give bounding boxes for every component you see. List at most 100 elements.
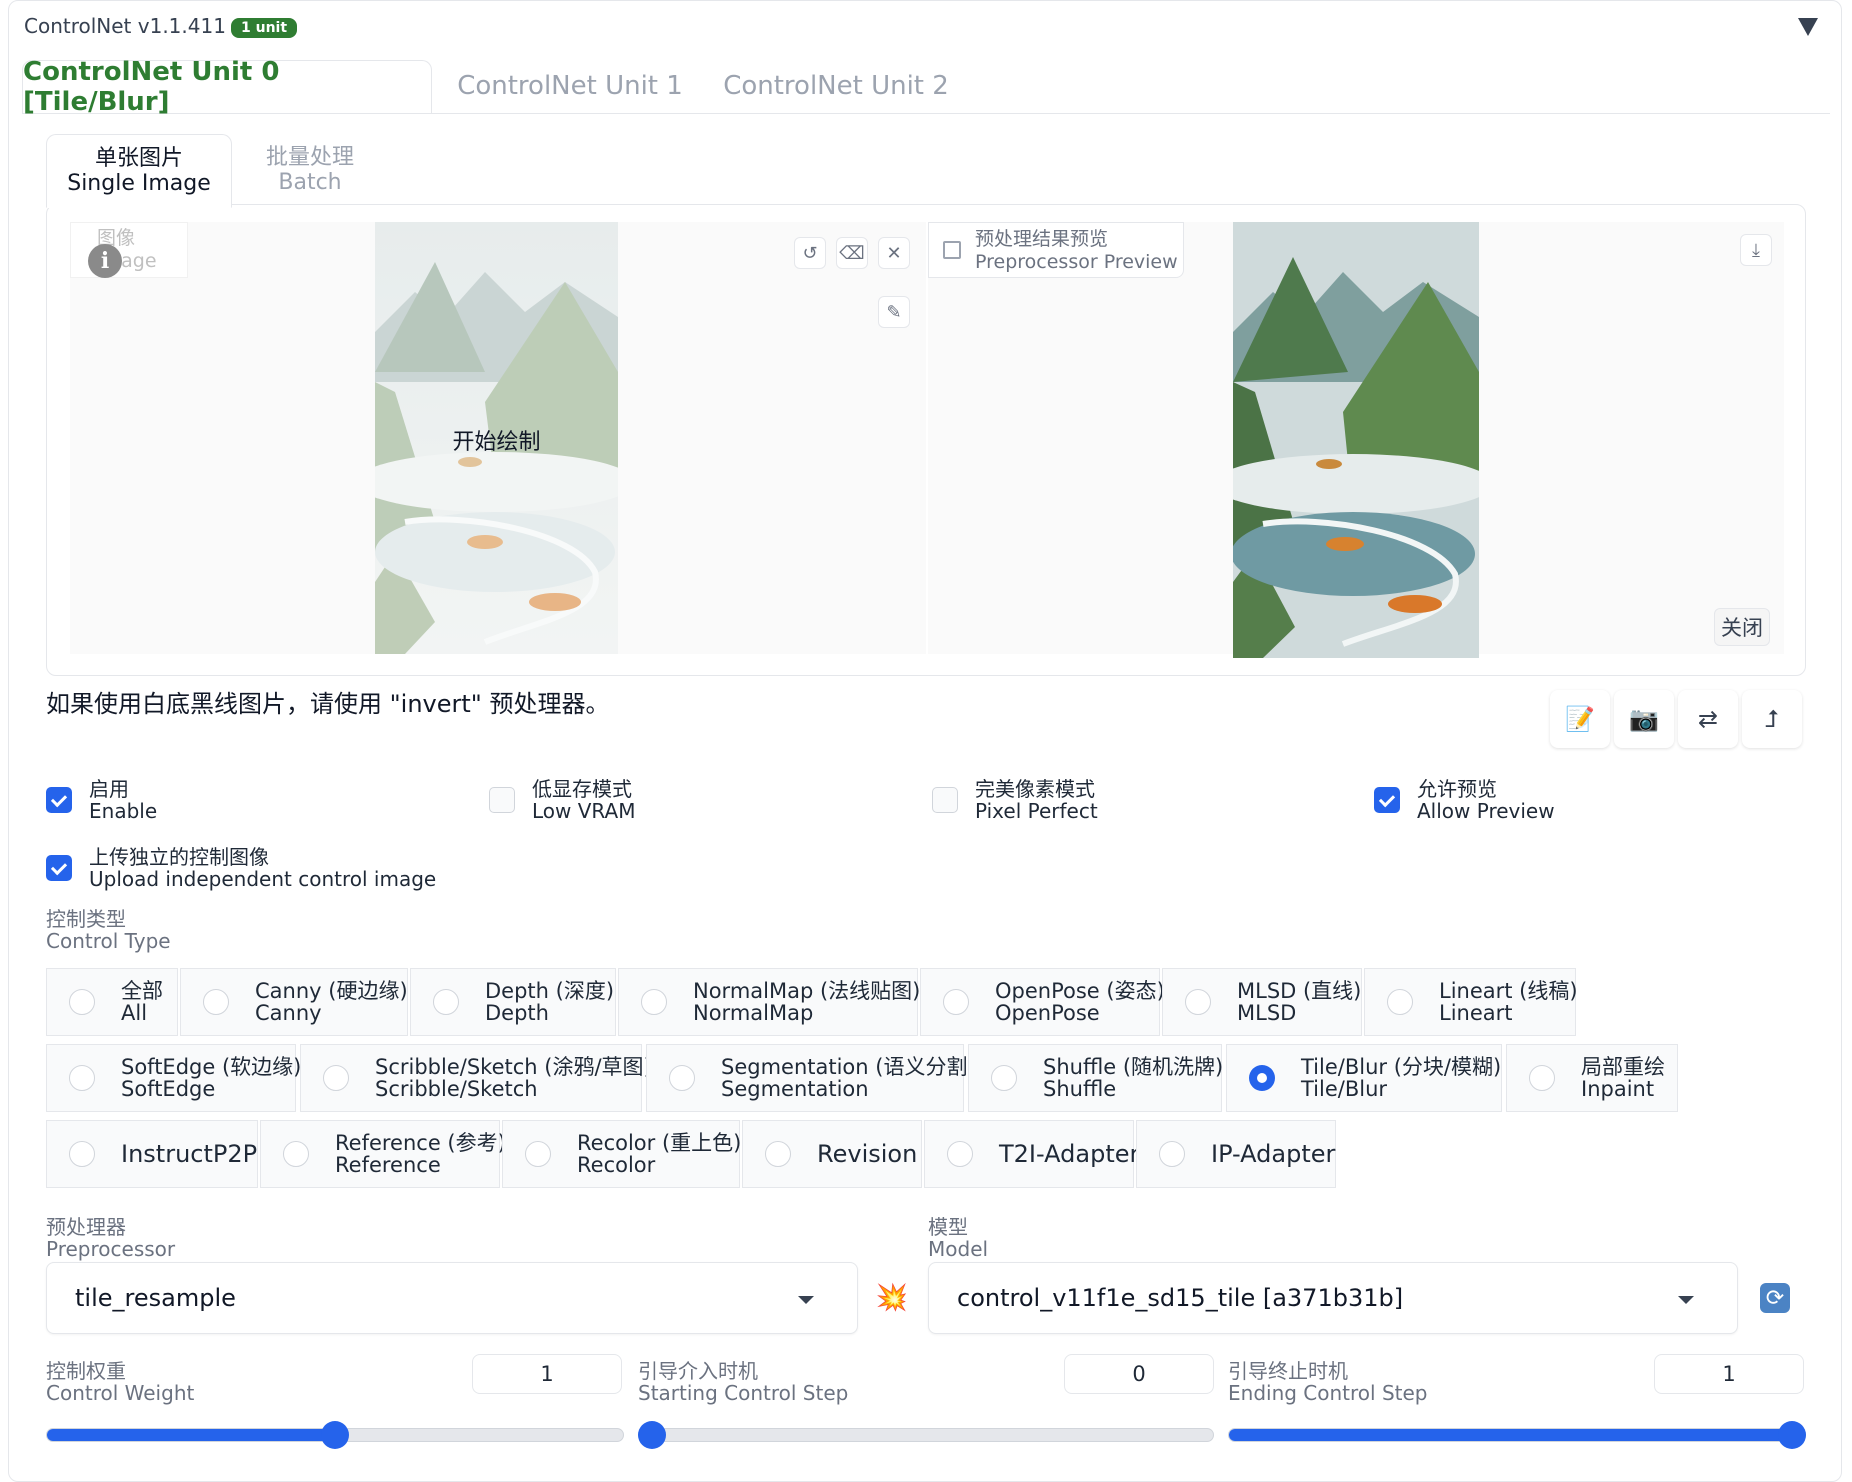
swap-icon[interactable]: ⇄ bbox=[1678, 690, 1738, 748]
starting-step-track[interactable] bbox=[638, 1428, 1214, 1442]
option-sublabel: Lineart bbox=[1439, 1001, 1513, 1025]
pixel-perfect-label-zh: 完美像素模式 bbox=[975, 777, 1095, 801]
radio-dot[interactable] bbox=[669, 1065, 695, 1091]
radio-dot[interactable] bbox=[641, 989, 667, 1015]
control-weight-input[interactable]: 1 bbox=[472, 1354, 622, 1394]
tab-single-image[interactable]: 单张图片 Single Image bbox=[46, 134, 232, 208]
control-type-normalmap[interactable]: NormalMap (法线贴图) NormalMap bbox=[618, 968, 920, 1036]
radio-dot[interactable] bbox=[947, 1141, 973, 1167]
control-type-depth[interactable]: Depth (深度) Depth bbox=[410, 968, 616, 1036]
close-preview-button[interactable]: 关闭 bbox=[1714, 608, 1770, 646]
option-label: Scribble/Sketch (涂鸦/草图) bbox=[375, 1055, 652, 1079]
control-type-all[interactable]: 全部 All bbox=[46, 968, 178, 1036]
ending-step-input[interactable]: 1 bbox=[1654, 1354, 1804, 1394]
radio-dot[interactable] bbox=[525, 1141, 551, 1167]
undo-icon[interactable]: ↺ bbox=[794, 237, 826, 269]
option-label: InstructP2P bbox=[121, 1140, 258, 1168]
tab-single-image-en: Single Image bbox=[67, 171, 211, 196]
control-type-recolor[interactable]: Recolor (重上色) Recolor bbox=[502, 1120, 741, 1188]
low-vram-label-zh: 低显存模式 bbox=[532, 777, 632, 801]
radio-dot[interactable] bbox=[991, 1065, 1017, 1091]
upload-independent-label-en: Upload independent control image bbox=[89, 867, 437, 891]
low-vram-checkbox[interactable]: 低显存模式 Low VRAM bbox=[489, 778, 635, 822]
control-type-softedge[interactable]: SoftEdge (软边缘) SoftEdge bbox=[46, 1044, 301, 1112]
low-vram-checkbox-box[interactable] bbox=[489, 787, 515, 813]
control-weight-label-zh: 控制权重 bbox=[46, 1359, 126, 1383]
control-type-reference[interactable]: Reference (参考) Reference bbox=[260, 1120, 506, 1188]
eraser-icon[interactable]: ⌫ bbox=[836, 237, 868, 269]
tab-unit-1[interactable]: ControlNet Unit 1 bbox=[450, 60, 690, 112]
tab-unit-2[interactable]: ControlNet Unit 2 bbox=[716, 60, 956, 112]
run-preprocessor-icon[interactable]: 💥 bbox=[862, 1266, 922, 1330]
radio-dot[interactable] bbox=[69, 989, 95, 1015]
download-icon[interactable]: ⤓ bbox=[1740, 234, 1772, 266]
radio-dot-selected[interactable] bbox=[1249, 1065, 1275, 1091]
ending-step-track[interactable] bbox=[1228, 1428, 1806, 1442]
control-type-t2i-adapter[interactable]: T2I-Adapter bbox=[924, 1120, 1139, 1188]
option-label: Canny (硬边缘) bbox=[255, 979, 408, 1003]
control-type-inpaint[interactable]: 局部重绘 Inpaint bbox=[1506, 1044, 1678, 1112]
control-type-canny[interactable]: Canny (硬边缘) Canny bbox=[180, 968, 408, 1036]
radio-dot[interactable] bbox=[69, 1065, 95, 1091]
radio-dot[interactable] bbox=[1159, 1141, 1185, 1167]
radio-dot[interactable] bbox=[69, 1141, 95, 1167]
radio-dot[interactable] bbox=[765, 1141, 791, 1167]
preview-image bbox=[1233, 222, 1479, 658]
upload-arrow-icon[interactable]: ⮥ bbox=[1742, 690, 1802, 748]
starting-step-input[interactable]: 0 bbox=[1064, 1354, 1214, 1394]
option-sublabel: Tile/Blur bbox=[1301, 1077, 1388, 1101]
enable-checkbox[interactable]: 启用 Enable bbox=[46, 778, 157, 822]
brush-icon[interactable]: ✎ bbox=[878, 296, 910, 328]
radio-dot[interactable] bbox=[1185, 989, 1211, 1015]
tab-unit-0[interactable]: ControlNet Unit 0 [Tile/Blur] bbox=[22, 57, 432, 117]
pixel-perfect-checkbox[interactable]: 完美像素模式 Pixel Perfect bbox=[932, 778, 1098, 822]
chevron-down-icon[interactable] bbox=[1678, 1296, 1694, 1304]
model-select[interactable]: control_v11f1e_sd15_tile [a371b31b] bbox=[928, 1262, 1738, 1334]
control-type-segmentation[interactable]: Segmentation (语义分割) Segmentation bbox=[646, 1044, 976, 1112]
starting-step-label-zh: 引导介入时机 bbox=[638, 1359, 758, 1383]
radio-dot[interactable] bbox=[283, 1141, 309, 1167]
info-icon[interactable]: i bbox=[88, 244, 122, 278]
radio-dot[interactable] bbox=[323, 1065, 349, 1091]
ending-step-thumb[interactable] bbox=[1778, 1421, 1806, 1449]
low-vram-label-en: Low VRAM bbox=[532, 799, 636, 823]
option-label: T2I-Adapter bbox=[999, 1140, 1140, 1168]
allow-preview-checkbox[interactable]: 允许预览 Allow Preview bbox=[1374, 778, 1555, 822]
collapse-triangle-icon[interactable] bbox=[1798, 18, 1818, 36]
tab-batch[interactable]: 批量处理 Batch bbox=[240, 134, 380, 206]
edit-icon[interactable]: 📝 bbox=[1550, 690, 1610, 748]
control-type-openpose[interactable]: OpenPose (姿态) OpenPose bbox=[920, 968, 1165, 1036]
radio-dot[interactable] bbox=[433, 989, 459, 1015]
option-sublabel: Scribble/Sketch bbox=[375, 1077, 538, 1101]
tab-batch-zh: 批量处理 bbox=[265, 145, 354, 170]
control-type-shuffle[interactable]: Shuffle (随机洗牌) Shuffle bbox=[968, 1044, 1223, 1112]
control-type-tile-blur[interactable]: Tile/Blur (分块/模糊) Tile/Blur bbox=[1226, 1044, 1502, 1112]
control-type-ip-adapter[interactable]: IP-Adapter bbox=[1136, 1120, 1336, 1188]
starting-step-thumb[interactable] bbox=[638, 1421, 666, 1449]
ending-step-label-zh: 引导终止时机 bbox=[1228, 1359, 1348, 1383]
radio-dot[interactable] bbox=[1387, 989, 1413, 1015]
enable-checkbox-box[interactable] bbox=[46, 787, 72, 813]
camera-icon[interactable]: 📷 bbox=[1614, 690, 1674, 748]
radio-dot[interactable] bbox=[1529, 1065, 1555, 1091]
chevron-down-icon[interactable] bbox=[798, 1296, 814, 1304]
control-type-revision[interactable]: Revision bbox=[742, 1120, 922, 1188]
pixel-perfect-checkbox-box[interactable] bbox=[932, 787, 958, 813]
control-type-lineart[interactable]: Lineart (线稿) Lineart bbox=[1364, 968, 1578, 1036]
control-type-instructp2p[interactable]: InstructP2P bbox=[46, 1120, 258, 1188]
preprocessor-select[interactable]: tile_resample bbox=[46, 1262, 858, 1334]
radio-dot[interactable] bbox=[203, 989, 229, 1015]
radio-dot[interactable] bbox=[943, 989, 969, 1015]
control-type-scribble[interactable]: Scribble/Sketch (涂鸦/草图) Scribble/Sketch bbox=[300, 1044, 652, 1112]
model-label-zh: 模型 bbox=[928, 1215, 968, 1239]
close-icon[interactable]: ✕ bbox=[878, 237, 910, 269]
refresh-icon[interactable]: ⟳ bbox=[1744, 1266, 1806, 1330]
option-label: Reference (参考) bbox=[335, 1131, 506, 1155]
option-sublabel: Canny bbox=[255, 1001, 322, 1025]
preprocessor-label-zh: 预处理器 bbox=[46, 1215, 126, 1239]
control-type-mlsd[interactable]: MLSD (直线) MLSD bbox=[1162, 968, 1362, 1036]
upload-independent-checkbox-box[interactable] bbox=[46, 855, 72, 881]
allow-preview-checkbox-box[interactable] bbox=[1374, 787, 1400, 813]
upload-independent-checkbox[interactable]: 上传独立的控制图像 Upload independent control ima… bbox=[46, 846, 436, 890]
control-weight-thumb[interactable] bbox=[321, 1421, 349, 1449]
